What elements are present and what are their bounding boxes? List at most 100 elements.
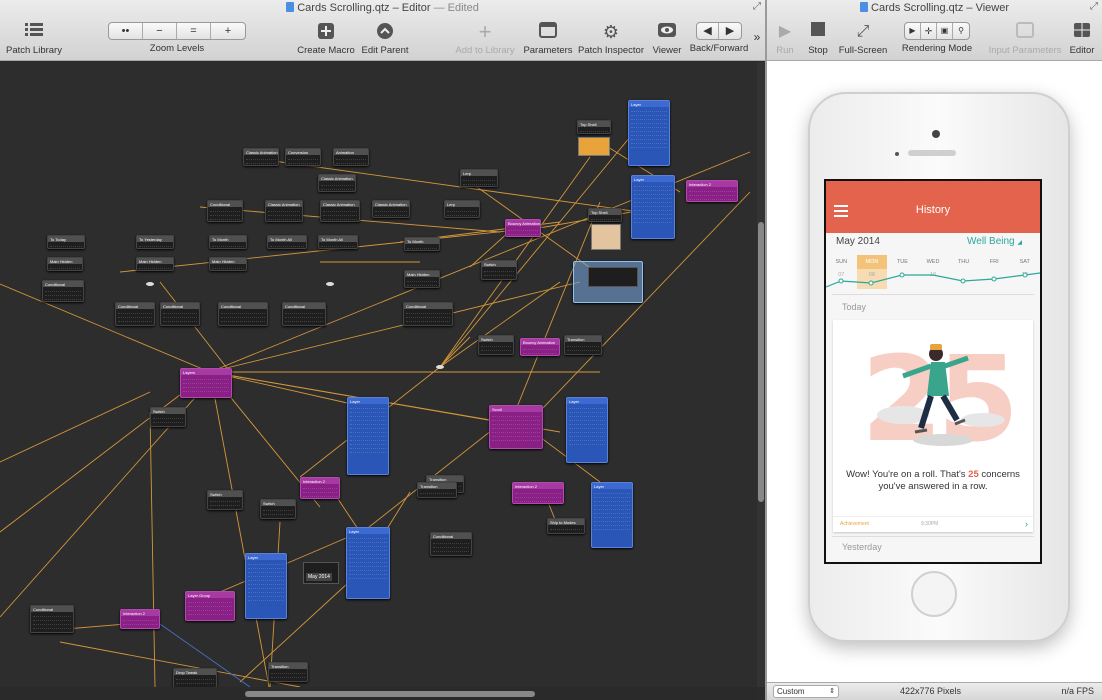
film-mode-icon[interactable]: ▣	[937, 23, 953, 39]
patch-inspector-button[interactable]: ⚙ Patch Inspector	[577, 22, 645, 56]
zoom-actual-button[interactable]: =	[177, 23, 211, 39]
patch-node[interactable]: Top Shell	[588, 208, 622, 222]
forward-arrow-icon[interactable]: ▶	[719, 23, 741, 39]
card-footer-label: Achievement	[840, 521, 869, 527]
patch-node[interactable]: Conditional	[160, 302, 200, 326]
patch-node-interaction[interactable]: Bouncy Animation	[520, 338, 560, 356]
add-to-library-button[interactable]: + Add to Library	[453, 19, 517, 57]
viewer-button[interactable]: Viewer	[650, 22, 684, 56]
zoom-in-button[interactable]: +	[211, 23, 245, 39]
horizontal-scroll-thumb[interactable]	[245, 691, 535, 697]
patch-node[interactable]: Conversion	[285, 148, 321, 166]
patch-node[interactable]: Classic Animation	[372, 200, 410, 218]
patch-node-interaction[interactable]: Layers	[180, 368, 232, 398]
weekday-label-selected[interactable]: MON	[856, 255, 888, 269]
text-image-node[interactable]: May 2014	[303, 562, 339, 584]
patch-node-interaction[interactable]: Scroll	[489, 405, 543, 449]
fullscreen-icon: ⤢	[856, 23, 870, 40]
patch-node[interactable]: Conditional	[207, 200, 243, 222]
patch-node-layer[interactable]: Layer	[631, 175, 675, 239]
patch-node[interactable]: Conditional	[430, 532, 472, 556]
patch-node[interactable]: Switch	[481, 260, 517, 280]
back-arrow-icon[interactable]: ◀	[697, 23, 719, 39]
patch-node[interactable]: To Today	[47, 235, 85, 249]
home-button[interactable]	[911, 571, 957, 617]
create-macro-button[interactable]: Create Macro	[296, 22, 356, 56]
window-close-icon[interactable]: ⤢	[1090, 1, 1098, 12]
patch-node[interactable]: To Month	[404, 237, 440, 251]
parameters-button[interactable]: Parameters	[523, 22, 573, 56]
editor-button[interactable]: Editor	[1067, 22, 1097, 56]
patch-node-interaction[interactable]: Bouncy Animation	[505, 219, 541, 237]
phone-screen[interactable]: History May 2014 Well Being ◢ SUN MON TU…	[824, 179, 1042, 564]
patch-node[interactable]: Conditional	[42, 280, 84, 302]
play-mode-icon[interactable]: ▶	[905, 23, 921, 39]
patch-node[interactable]: Conditional	[115, 302, 155, 326]
patch-node[interactable]: Conditional	[218, 302, 268, 326]
patch-node[interactable]: Classic Animation	[320, 200, 360, 222]
stop-button[interactable]: Stop	[805, 22, 831, 56]
patch-node[interactable]: Conditional	[282, 302, 326, 326]
patch-node[interactable]: Drop Tweak	[173, 668, 217, 687]
patch-node-layer[interactable]: Layer	[346, 527, 390, 599]
patch-node[interactable]: Ship to Modes	[547, 518, 585, 534]
move-mode-icon[interactable]: ✛	[921, 23, 937, 39]
full-screen-button[interactable]: ⤢ Full-Screen	[837, 22, 889, 56]
patch-node[interactable]: Conditional	[403, 302, 453, 326]
plus-icon: +	[478, 19, 492, 44]
patch-node[interactable]: Classic Animation	[318, 174, 356, 192]
patch-node[interactable]: Main Hidden	[209, 257, 247, 271]
zoom-segmented-control: •• − = +	[108, 22, 246, 40]
patch-node[interactable]: Switch	[260, 499, 296, 519]
patch-node-interaction[interactable]: Interaction 2	[300, 477, 340, 499]
patch-node[interactable]: To Yesterday	[136, 235, 174, 249]
patch-node-interaction[interactable]: Interaction 2	[686, 180, 738, 202]
patch-node[interactable]: To Month All	[318, 235, 358, 249]
category-dropdown[interactable]: Well Being ◢	[967, 236, 1022, 247]
patch-node[interactable]: Main Hidden	[47, 257, 83, 271]
patch-node[interactable]: Switch	[478, 335, 514, 355]
patch-node[interactable]: Classic Animation	[265, 200, 303, 222]
patch-node[interactable]: Transition	[417, 482, 457, 498]
patch-node[interactable]: Lerp	[444, 200, 480, 218]
patch-node[interactable]: Main Hidden	[404, 270, 440, 288]
selected-patch-node[interactable]	[573, 261, 643, 303]
zoom-fit-button[interactable]: ••	[109, 23, 143, 39]
patch-node[interactable]: Animation	[333, 148, 369, 166]
zoom-out-button[interactable]: −	[143, 23, 177, 39]
chevron-right-icon[interactable]: ›	[1025, 517, 1028, 531]
achievement-card[interactable]: 25 Wow! You're on a roll. That's 25 conc…	[833, 320, 1033, 532]
patch-node[interactable]: Main Hidden	[136, 257, 174, 271]
zoom-mode-icon[interactable]: ⚲	[953, 23, 969, 39]
patch-node[interactable]: Conditional	[30, 605, 74, 633]
patch-node-layer[interactable]: Layer	[245, 553, 287, 619]
vertical-scroll-thumb[interactable]	[758, 222, 764, 502]
patch-node[interactable]: Classic Animation	[243, 148, 279, 166]
toolbar-overflow-button[interactable]: »	[750, 30, 764, 44]
size-preset-popup[interactable]: Custom ⇕	[773, 685, 839, 698]
patch-node-interaction[interactable]: Layer Group	[185, 591, 235, 621]
patch-canvas[interactable]: Classic Animation Conversion Animation C…	[0, 62, 757, 687]
patch-library-button[interactable]: Patch Library	[6, 22, 62, 56]
horizontal-scrollbar[interactable]	[0, 687, 757, 700]
run-button[interactable]: ▶ Run	[773, 22, 797, 56]
patch-node[interactable]: Switch	[150, 407, 186, 427]
patch-node[interactable]: Top Shell	[577, 120, 611, 134]
input-parameters-button[interactable]: Input Parameters	[987, 22, 1063, 56]
patch-node[interactable]: Switch	[207, 490, 243, 510]
patch-node[interactable]: Transition	[564, 335, 602, 355]
patch-node-interaction[interactable]: Interaction 2	[512, 482, 564, 504]
patch-node-layer[interactable]: Layer	[566, 397, 608, 463]
patch-node[interactable]: Lerp	[460, 169, 498, 187]
patch-node-layer[interactable]: Layer	[591, 482, 633, 548]
patch-node-interaction[interactable]: Interaction 2	[120, 609, 160, 629]
patch-node-layer[interactable]: Layer	[347, 397, 389, 475]
edit-parent-button[interactable]: Edit Parent	[360, 22, 410, 56]
patch-node[interactable]: To Month	[209, 235, 247, 249]
patch-node-layer[interactable]: Layer	[628, 100, 670, 166]
back-forward-control: ◀ ▶ Back/Forward	[688, 22, 750, 54]
vertical-scrollbar[interactable]	[757, 62, 765, 687]
patch-node[interactable]: Transition	[268, 662, 308, 682]
window-resize-icon[interactable]: ⤢	[753, 1, 761, 12]
patch-node[interactable]: To Month All	[267, 235, 307, 249]
